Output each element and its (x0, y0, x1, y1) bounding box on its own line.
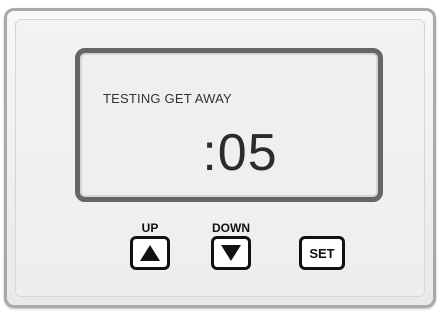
set-key: SET (299, 220, 345, 270)
down-key: DOWN (211, 220, 251, 270)
countdown-value: :05 (202, 124, 278, 182)
up-key: UP (130, 220, 170, 270)
down-button-label: DOWN (212, 221, 250, 235)
up-button-label: UP (141, 221, 159, 235)
keypad-device: TESTING GET AWAY :05 UP DOWN SET (4, 8, 436, 308)
down-arrow-icon (221, 245, 241, 261)
up-button[interactable] (130, 236, 170, 270)
button-row: UP DOWN SET (78, 220, 378, 300)
set-button[interactable]: SET (299, 236, 345, 270)
device-face: TESTING GET AWAY :05 UP DOWN SET (15, 19, 425, 297)
down-button[interactable] (211, 236, 251, 270)
display-status-text: TESTING GET AWAY (103, 91, 232, 106)
up-arrow-icon (140, 245, 160, 261)
lcd-display: TESTING GET AWAY :05 (75, 48, 383, 202)
